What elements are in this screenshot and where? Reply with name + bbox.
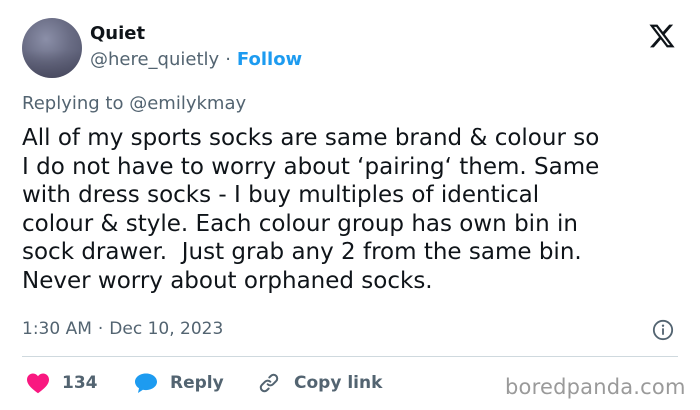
tweet-text-line: I do not have to worry about ‘pairing‘ t…	[22, 153, 600, 180]
reply-label: Reply	[170, 373, 224, 393]
replying-to: Replying to @emilykmay	[22, 92, 246, 116]
display-name[interactable]: Quiet	[90, 22, 145, 46]
like-count: 134	[62, 373, 98, 393]
tweet-text: All of my sports socks are same brand & …	[22, 124, 682, 296]
x-logo-icon[interactable]	[647, 22, 677, 50]
handle-separator: ·	[225, 49, 231, 70]
reply-bubble-icon	[135, 373, 157, 393]
replying-mention[interactable]: @emilykmay	[129, 93, 246, 114]
copy-link-label: Copy link	[294, 373, 383, 393]
like-button[interactable]: 134	[26, 370, 98, 396]
replying-prefix: Replying to	[22, 93, 124, 114]
divider	[22, 356, 678, 357]
tweet-card: Quiet @here_quietly · Follow Replying to @…	[0, 0, 700, 410]
reply-button[interactable]: Reply	[134, 370, 224, 396]
info-icon[interactable]	[652, 319, 674, 341]
tweet-text-line: Never worry about orphaned socks.	[22, 267, 433, 294]
follow-button[interactable]: Follow	[237, 49, 302, 70]
watermark: boredpanda.com	[505, 375, 686, 399]
copy-link-button[interactable]: Copy link	[258, 370, 382, 396]
timestamp-separator: ·	[97, 319, 104, 339]
tweet-text-line: colour & style. Each colour group has ow…	[22, 210, 578, 237]
timestamp[interactable]: 1:30 AM · Dec 10, 2023	[22, 318, 223, 340]
avatar[interactable]	[22, 18, 82, 78]
tweet-text-line: All of my sports socks are same brand & …	[22, 125, 600, 151]
tweet-text-line: sock drawer. Just grab any 2 from the sa…	[22, 239, 582, 266]
handle-row: @here_quietly · Follow	[90, 48, 302, 72]
tweet-text-line: with dress socks - I buy multiples of id…	[22, 182, 540, 209]
link-icon	[259, 373, 279, 393]
user-handle[interactable]: @here_quietly	[90, 49, 219, 70]
timestamp-time: 1:30 AM	[22, 319, 92, 339]
avatar-shade	[22, 50, 82, 78]
heart-icon	[27, 373, 49, 394]
timestamp-date: Dec 10, 2023	[109, 319, 224, 339]
